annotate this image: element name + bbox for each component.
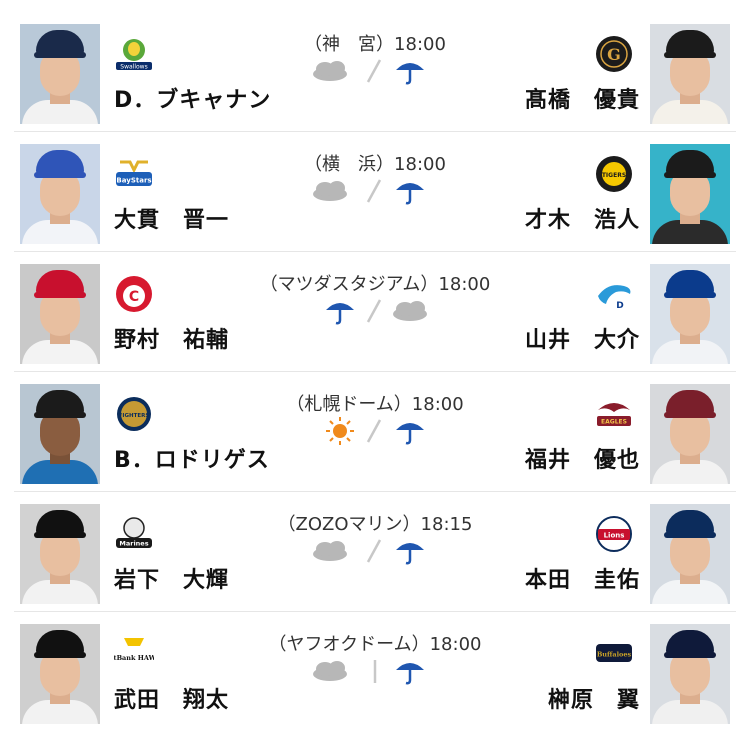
fighters-logo-icon[interactable]: FIGHTERS	[114, 394, 154, 434]
buffaloes-logo-text: Buffaloes	[597, 651, 632, 659]
rain-umbrella-icon	[396, 423, 424, 445]
away-pitcher-photo[interactable]	[650, 384, 730, 484]
tigers-logo-text: TIGERS	[602, 172, 626, 179]
cloudy-icon	[313, 181, 347, 201]
game-row-mazda[interactable]: C （マツダスタジアム）18:00 野村 祐輔 山井 大介 D	[0, 262, 750, 382]
away-pitcher-photo[interactable]	[650, 624, 730, 724]
carp-logo-icon[interactable]: C	[114, 274, 154, 314]
home-pitcher-photo[interactable]	[20, 24, 100, 124]
away-pitcher-photo[interactable]	[650, 504, 730, 604]
row-divider	[14, 251, 736, 252]
marines-logo-icon[interactable]: Marines	[114, 514, 154, 554]
away-pitcher-name[interactable]: 榊原 翼	[548, 682, 640, 714]
away-pitcher-name[interactable]: 山井 大介	[525, 322, 640, 354]
game-row-sapporo[interactable]: FIGHTERS （札幌ドーム）18:00 B．ロドリゲス 福井 優也 EAGL…	[0, 382, 750, 502]
buffaloes-logo-icon[interactable]: Buffaloes	[594, 634, 634, 674]
rain-umbrella-icon	[396, 543, 424, 565]
venue-time: （神 宮）18:00	[304, 34, 446, 55]
home-pitcher-photo[interactable]	[20, 144, 100, 244]
swallows-logo-text: Swallows	[120, 64, 147, 71]
fighters-logo-text: FIGHTERS	[119, 413, 150, 419]
marines-logo-text: Marines	[119, 540, 148, 548]
rain-umbrella-icon	[326, 303, 354, 325]
rain-umbrella-icon	[396, 663, 424, 685]
cloudy-icon	[313, 61, 347, 81]
lions-logo-text: Lions	[604, 532, 625, 540]
away-pitcher-name[interactable]: 才木 浩人	[525, 202, 640, 234]
probable-pitchers-list: Swallows （神 宮）18:00 D．ブキャナン 髙橋 優貴 G BayS…	[0, 0, 750, 745]
cloudy-icon	[393, 301, 427, 321]
venue-time: （横 浜）18:00	[304, 154, 446, 175]
home-pitcher-name[interactable]: 岩下 大輝	[114, 562, 229, 594]
giants-logo-icon[interactable]: G	[594, 34, 634, 74]
baystars-logo-icon[interactable]: BayStars	[114, 154, 154, 194]
away-pitcher-photo[interactable]	[650, 264, 730, 364]
away-pitcher-name[interactable]: 髙橋 優貴	[525, 82, 640, 114]
home-pitcher-photo[interactable]	[20, 264, 100, 364]
away-pitcher-name[interactable]: 本田 圭佑	[525, 562, 640, 594]
home-pitcher-name[interactable]: 野村 祐輔	[114, 322, 229, 354]
away-pitcher-photo[interactable]	[650, 24, 730, 124]
weather-forecast	[300, 176, 450, 206]
weather-forecast	[300, 536, 450, 566]
sunny-icon	[326, 417, 354, 445]
dragons-logo-text: D	[616, 301, 623, 311]
slash-separator	[366, 59, 382, 83]
venue-time: （ZOZOマリン）18:15	[277, 514, 473, 535]
baystars-logo-text: BayStars	[116, 177, 151, 185]
slash-separator	[366, 539, 382, 563]
game-row-zozo[interactable]: Marines （ZOZOマリン）18:15 岩下 大輝 本田 圭佑 Lions	[0, 502, 750, 622]
away-pitcher-photo[interactable]	[650, 144, 730, 244]
cloudy-icon	[313, 541, 347, 561]
hawks-logo-text: SoftBank HAWKS	[114, 654, 154, 662]
home-pitcher-name[interactable]: 武田 翔太	[114, 682, 229, 714]
weather-forecast	[300, 416, 450, 446]
venue-time: （マツダスタジアム）18:00	[259, 274, 491, 295]
rain-umbrella-icon	[396, 183, 424, 205]
slash-separator	[366, 419, 382, 443]
weather-forecast	[300, 56, 450, 86]
carp-logo-text: C	[129, 289, 139, 305]
game-row-jingu[interactable]: Swallows （神 宮）18:00 D．ブキャナン 髙橋 優貴 G	[0, 22, 750, 142]
game-row-yafuoku[interactable]: SoftBank HAWKS （ヤフオクドーム）18:00 武田 翔太 榊原 翼…	[0, 622, 750, 742]
row-divider	[14, 491, 736, 492]
game-row-yokohama[interactable]: BayStars （横 浜）18:00 大貫 晋一 才木 浩人 TIGERS	[0, 142, 750, 262]
venue-time: （札幌ドーム）18:00	[286, 394, 464, 415]
weather-forecast	[300, 296, 450, 326]
home-pitcher-name[interactable]: B．ロドリゲス	[114, 442, 270, 474]
away-pitcher-name[interactable]: 福井 優也	[525, 442, 640, 474]
home-pitcher-name[interactable]: 大貫 晋一	[114, 202, 229, 234]
eagles-logo-icon[interactable]: EAGLES	[594, 394, 634, 434]
row-divider	[14, 371, 736, 372]
hawks-logo-icon[interactable]: SoftBank HAWKS	[114, 634, 154, 674]
venue-time: （ヤフオクドーム）18:00	[268, 634, 482, 655]
cloudy-icon	[313, 661, 347, 681]
dragons-logo-icon[interactable]: D	[594, 274, 634, 314]
home-pitcher-photo[interactable]	[20, 384, 100, 484]
row-divider	[14, 131, 736, 132]
slash-separator	[366, 299, 382, 323]
swallows-logo-icon[interactable]: Swallows	[114, 34, 154, 74]
tigers-logo-icon[interactable]: TIGERS	[594, 154, 634, 194]
slash-separator	[366, 179, 382, 203]
weather-forecast	[300, 656, 450, 686]
eagles-logo-text: EAGLES	[601, 419, 627, 426]
home-pitcher-name[interactable]: D．ブキャナン	[114, 82, 271, 114]
rain-umbrella-icon	[396, 63, 424, 85]
row-divider	[14, 611, 736, 612]
lions-logo-icon[interactable]: Lions	[594, 514, 634, 554]
home-pitcher-photo[interactable]	[20, 504, 100, 604]
giants-logo-text: G	[607, 45, 621, 64]
home-pitcher-photo[interactable]	[20, 624, 100, 724]
